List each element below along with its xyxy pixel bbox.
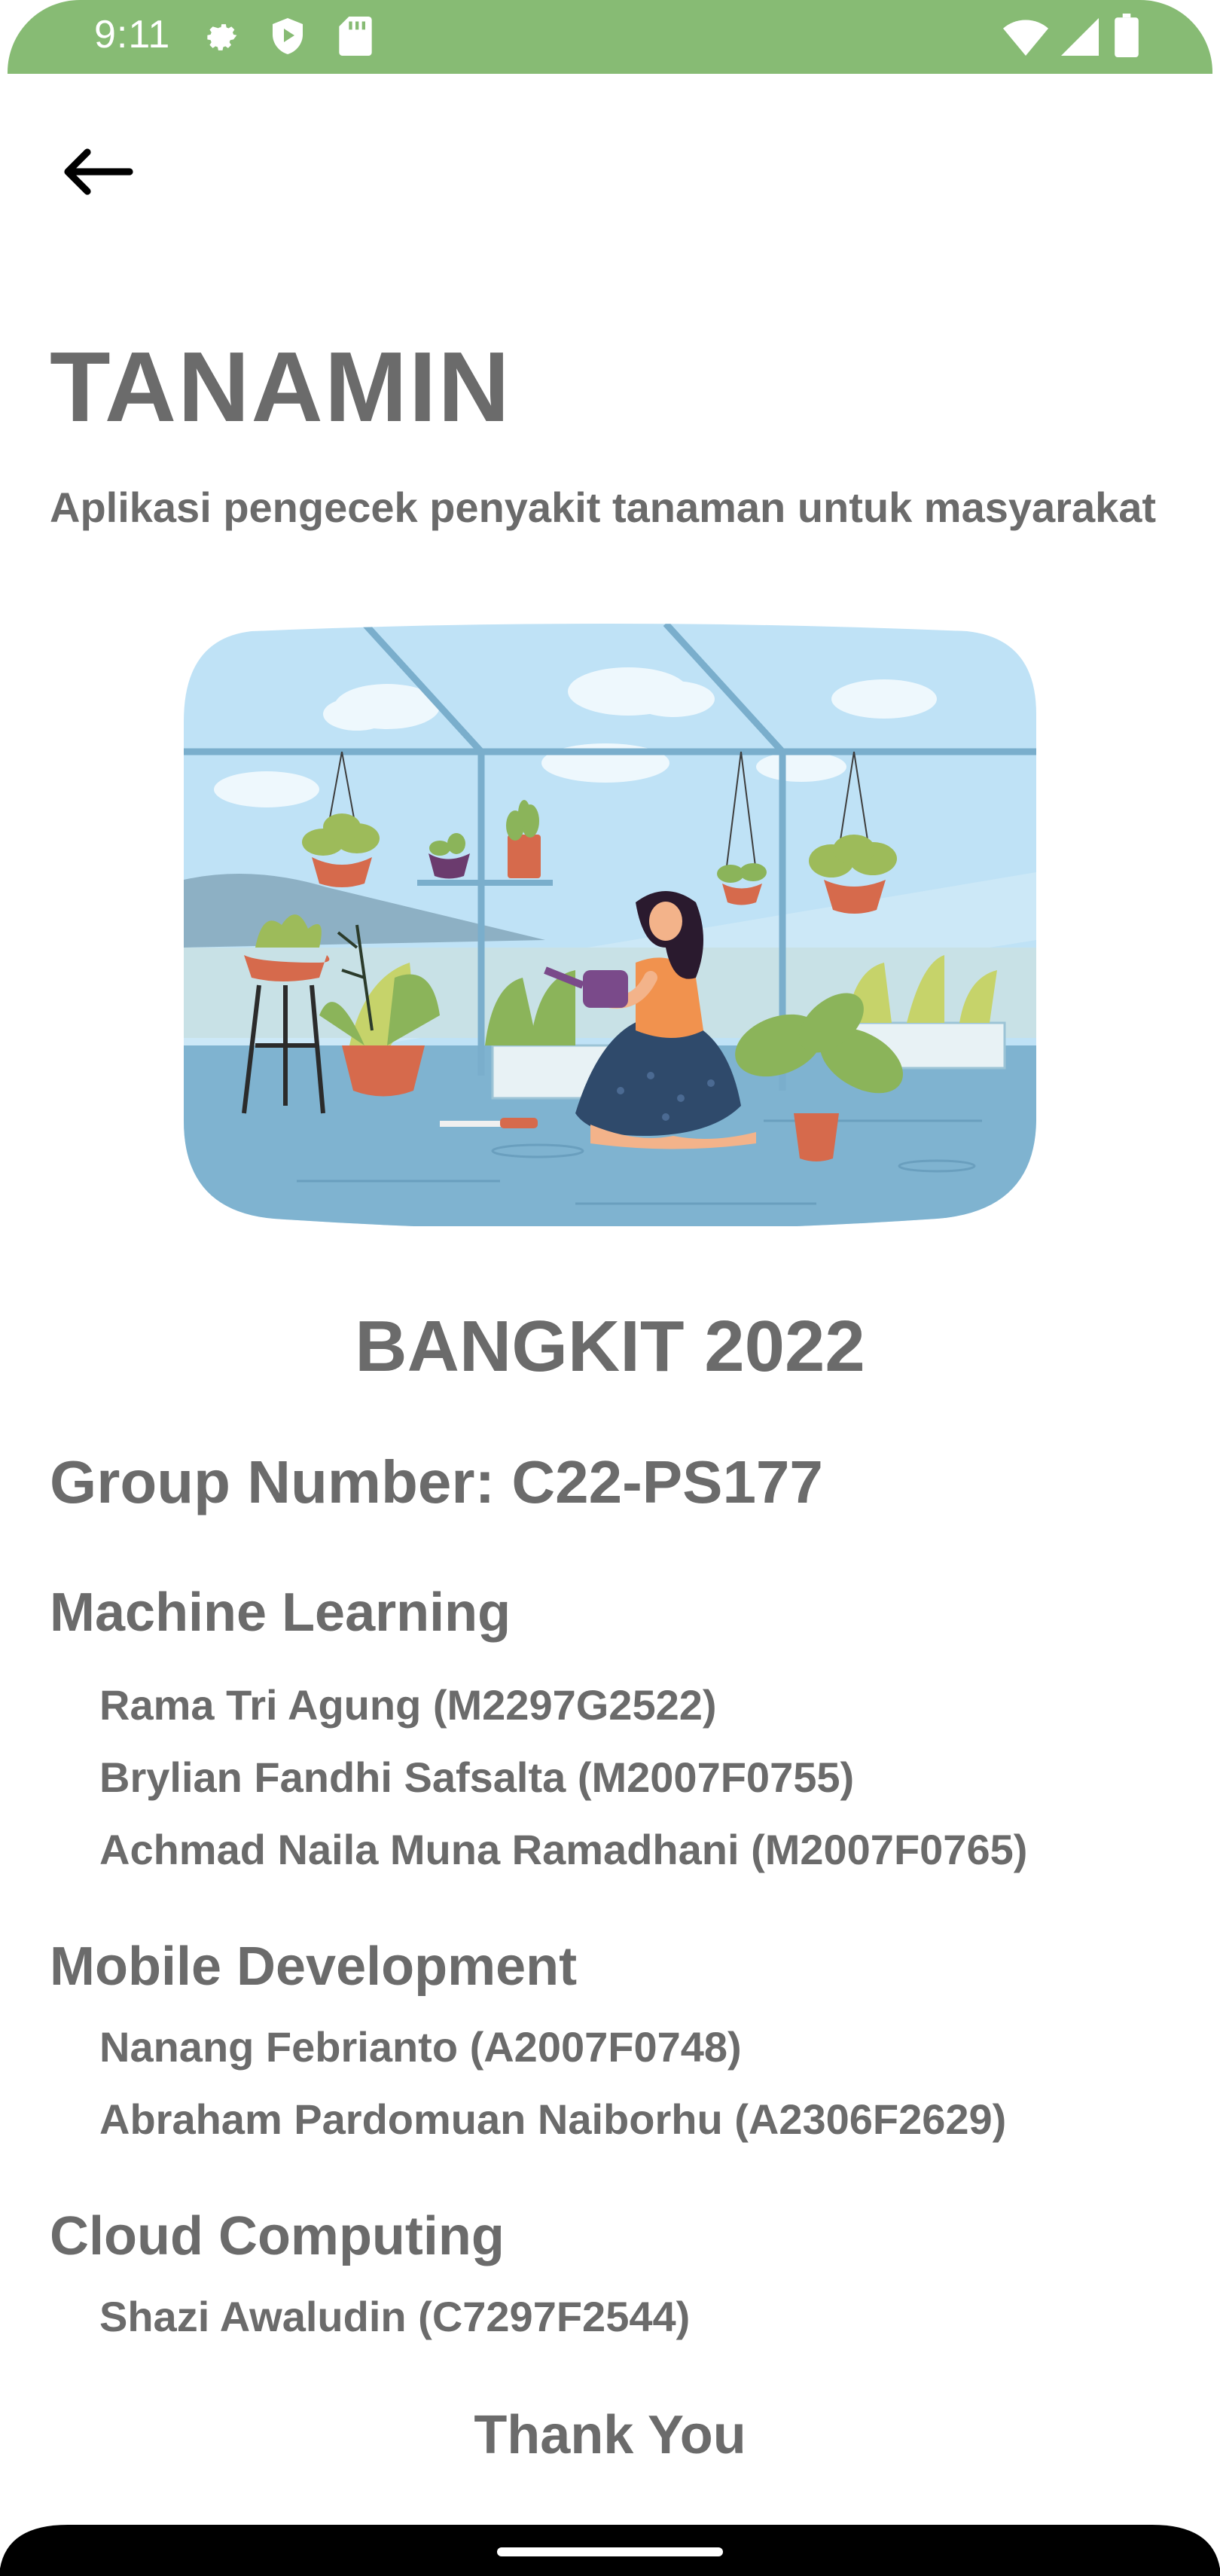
section-title-machine-learning: Machine Learning bbox=[50, 1583, 511, 1643]
greenhouse-illustration bbox=[184, 624, 1036, 1226]
navigation-bar bbox=[0, 2525, 1220, 2576]
section-title-mobile-development: Mobile Development bbox=[50, 1937, 578, 1997]
member-item: Brylian Fandhi Safsalta (M2007F0755) bbox=[99, 1753, 855, 1801]
group-number: Group Number: C22-PS177 bbox=[50, 1448, 823, 1515]
signal-icon bbox=[1060, 18, 1100, 56]
arrow-left-icon bbox=[60, 145, 136, 202]
thank-you-text: Thank You bbox=[474, 2405, 746, 2465]
back-button[interactable] bbox=[45, 128, 151, 218]
app-subtitle: Aplikasi pengecek penyakit tanaman untuk… bbox=[50, 484, 1157, 531]
gear-icon bbox=[202, 17, 241, 56]
member-item: Shazi Awaludin (C7297F2544) bbox=[99, 2293, 691, 2340]
status-time: 9:11 bbox=[94, 13, 171, 56]
event-title: BANGKIT 2022 bbox=[355, 1306, 865, 1387]
battery-icon bbox=[1115, 14, 1139, 57]
member-item: Rama Tri Agung (M2297G2522) bbox=[99, 1681, 717, 1729]
about-screen: 9:11 TANAMIN Aplikasi pengecek penyakit … bbox=[0, 0, 1220, 2576]
sd-card-icon bbox=[339, 17, 372, 56]
play-protect-icon bbox=[270, 17, 306, 56]
member-item: Abraham Pardomuan Naiborhu (A2306F2629) bbox=[99, 2095, 1007, 2143]
home-indicator[interactable] bbox=[497, 2547, 723, 2556]
app-title: TANAMIN bbox=[50, 331, 511, 442]
member-item: Nanang Febrianto (A2007F0748) bbox=[99, 2023, 742, 2071]
section-title-cloud-computing: Cloud Computing bbox=[50, 2206, 505, 2266]
member-item: Achmad Naila Muna Ramadhani (M2007F0765) bbox=[99, 1826, 1028, 1873]
status-bar: 9:11 bbox=[8, 0, 1212, 74]
wifi-icon bbox=[1003, 18, 1048, 56]
